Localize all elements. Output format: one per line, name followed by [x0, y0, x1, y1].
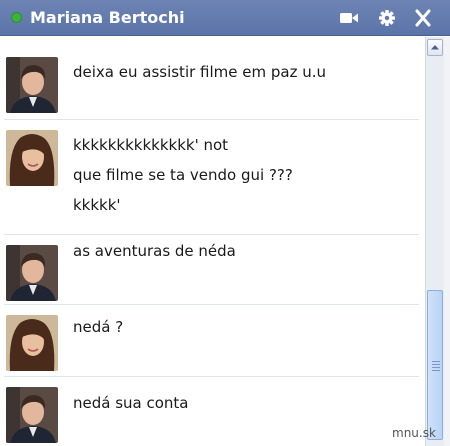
divider [4, 234, 419, 235]
message-text: as aventuras de néda [73, 242, 236, 260]
message-item: deixa eu assistir filme em paz u.u [0, 37, 425, 119]
scroll-thumb[interactable] [427, 290, 443, 440]
grip-line [432, 367, 440, 368]
divider [4, 304, 419, 305]
grip-line [432, 364, 440, 365]
scrollbar[interactable] [425, 37, 444, 446]
message-text: kkkkkkkkkkkkkk' not [73, 136, 229, 154]
message-item: nedá ? [0, 304, 425, 376]
online-status-icon [11, 12, 22, 23]
chat-title[interactable]: Mariana Bertochi [30, 7, 185, 29]
avatar[interactable] [6, 245, 58, 301]
message-lines: nedá sua conta [73, 388, 189, 418]
message-text: nedá ? [73, 318, 124, 336]
message-text: deixa eu assistir filme em paz u.u [73, 63, 327, 81]
gear-icon[interactable] [376, 8, 398, 28]
message-lines: kkkkkkkkkkkkkk' not que filme se ta vend… [73, 130, 293, 220]
message-item: as aventuras de néda [0, 234, 425, 304]
chevron-up-icon [431, 45, 439, 50]
message-item: kkkkkkkkkkkkkk' not que filme se ta vend… [0, 119, 425, 234]
avatar[interactable] [6, 387, 58, 443]
grip-line [432, 370, 440, 371]
message-text: nedá sua conta [73, 394, 189, 412]
message-lines: as aventuras de néda [73, 236, 236, 266]
message-item: nedá sua conta [0, 376, 425, 446]
message-list[interactable]: deixa eu assistir filme em paz u.u kkkkk… [0, 37, 425, 446]
message-text: que filme se ta vendo gui ??? [73, 166, 293, 184]
scroll-up-button[interactable] [427, 39, 443, 56]
chat-header: Mariana Bertochi [0, 0, 450, 36]
divider [4, 376, 419, 377]
close-icon[interactable] [412, 8, 434, 28]
message-lines: nedá ? [73, 312, 123, 342]
video-camera-icon[interactable] [338, 8, 360, 28]
avatar[interactable] [6, 57, 58, 113]
avatar[interactable] [6, 130, 58, 186]
window-edge [444, 37, 450, 446]
divider [4, 119, 419, 120]
message-text: kkkkk' [73, 196, 121, 214]
watermark: mnu.sk [392, 426, 436, 440]
grip-line [432, 361, 440, 362]
avatar[interactable] [6, 315, 58, 371]
message-lines: deixa eu assistir filme em paz u.u [73, 57, 326, 87]
